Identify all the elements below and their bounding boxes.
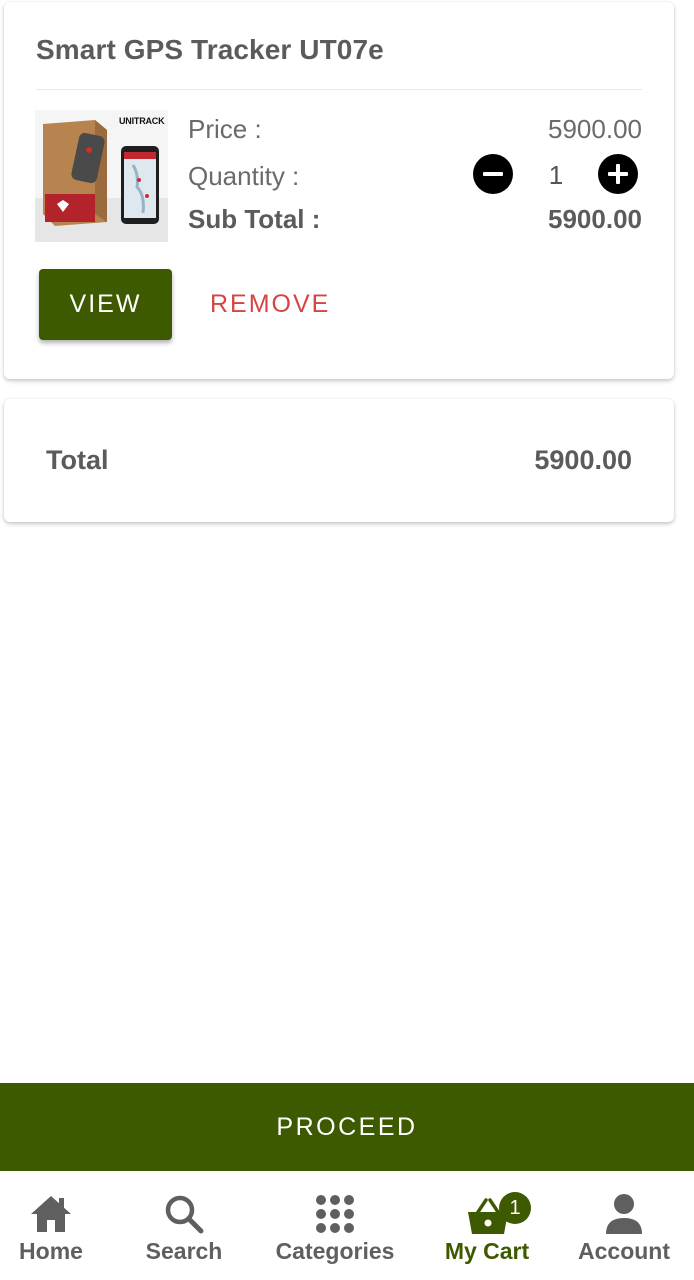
nav-cart[interactable]: 1 My Cart xyxy=(436,1172,538,1280)
nav-home-label: Home xyxy=(19,1238,83,1264)
cart-item-card: Smart GPS Tracker UT07e UNITRACK Price :… xyxy=(4,2,674,379)
view-button[interactable]: VIEW xyxy=(39,269,172,340)
nav-categories[interactable]: Categories xyxy=(270,1172,400,1280)
quantity-increase-button[interactable] xyxy=(598,154,638,194)
total-label: Total xyxy=(46,445,109,475)
remove-button[interactable]: REMOVE xyxy=(204,269,336,340)
nav-account[interactable]: Account xyxy=(574,1172,674,1280)
nav-cart-label: My Cart xyxy=(444,1238,530,1264)
nav-search-label: Search xyxy=(145,1238,223,1264)
quantity-label: Quantity : xyxy=(188,161,300,191)
grid-icon xyxy=(316,1195,354,1233)
home-icon xyxy=(31,1196,71,1232)
subtotal-value: 5900.00 xyxy=(548,204,642,234)
quantity-value: 1 xyxy=(548,160,564,190)
product-title: Smart GPS Tracker UT07e xyxy=(36,34,384,65)
nav-account-label: Account xyxy=(578,1238,670,1264)
title-divider xyxy=(36,89,642,90)
product-image: UNITRACK xyxy=(35,110,168,242)
image-brand-text: UNITRACK xyxy=(119,116,165,126)
quantity-decrease-button[interactable] xyxy=(473,154,513,194)
search-icon xyxy=(165,1195,204,1234)
nav-home[interactable]: Home xyxy=(0,1172,102,1280)
person-icon xyxy=(606,1194,642,1234)
total-card: Total 5900.00 xyxy=(4,399,674,522)
cart-count-badge: 1 xyxy=(499,1192,531,1224)
minus-icon xyxy=(483,172,503,176)
price-value: 5900.00 xyxy=(548,114,642,144)
total-value: 5900.00 xyxy=(534,445,632,475)
subtotal-label: Sub Total : xyxy=(188,204,321,234)
price-label: Price : xyxy=(188,114,262,144)
nav-categories-label: Categories xyxy=(275,1238,395,1264)
nav-search[interactable]: Search xyxy=(134,1172,234,1280)
proceed-button[interactable]: PROCEED xyxy=(0,1083,694,1171)
bottom-navigation: Home Search Categories 1 My Cart Account xyxy=(0,1172,694,1280)
